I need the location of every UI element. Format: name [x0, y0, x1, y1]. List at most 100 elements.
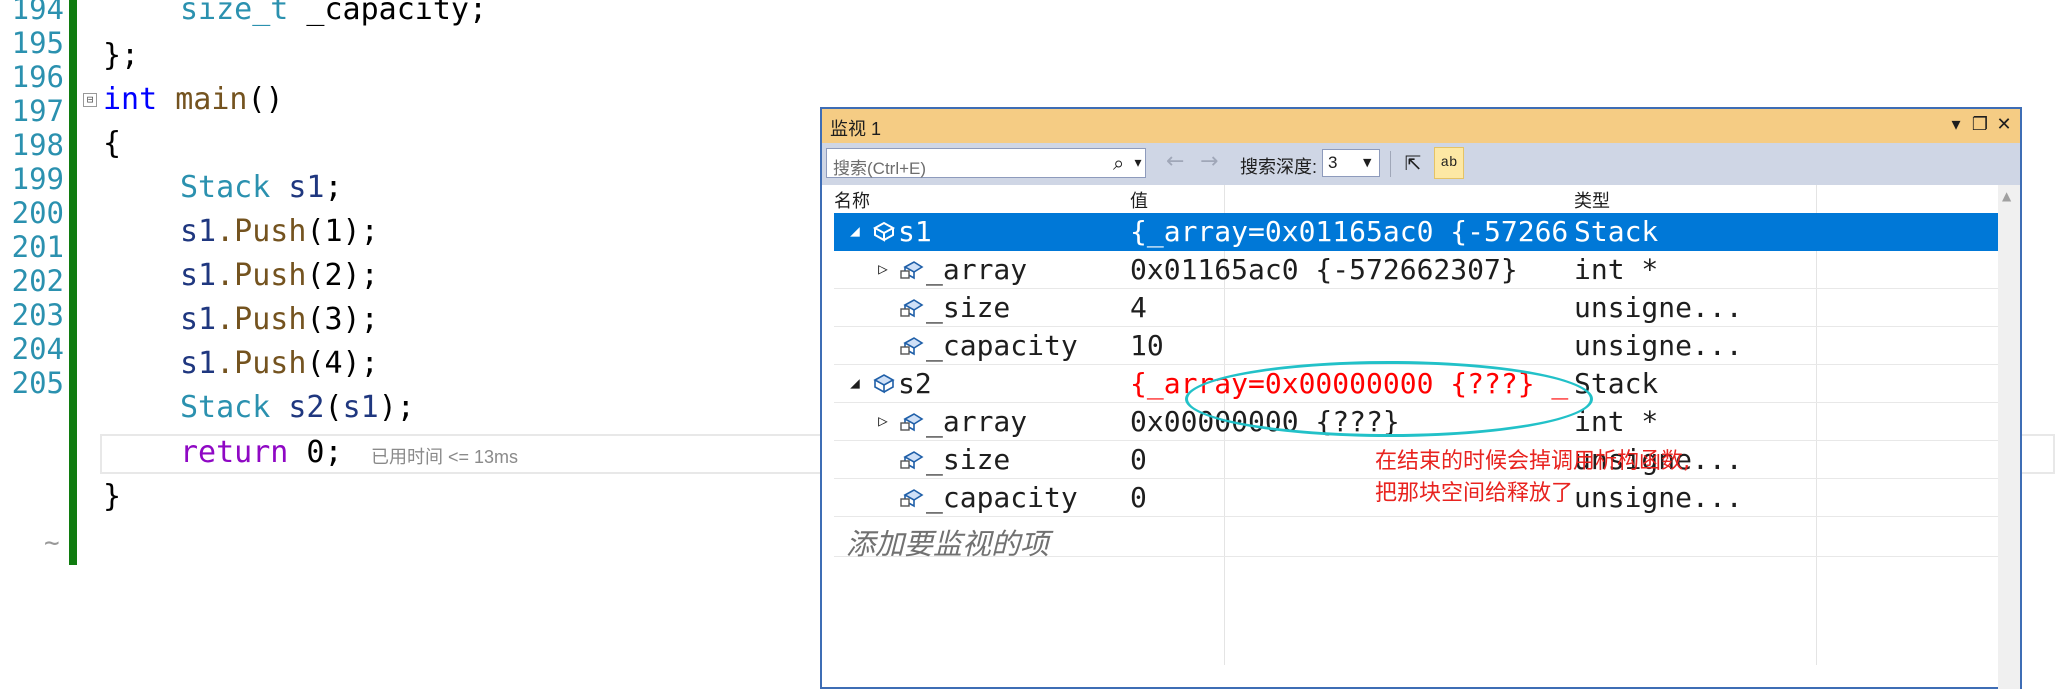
scroll-up-icon[interactable]: ▲ — [2002, 189, 2011, 203]
watch-title-bar[interactable]: 监视 1 ▾ ❐ ✕ — [822, 109, 2020, 143]
line-number: 195 — [11, 26, 64, 60]
collapse-toggle[interactable]: ⊟ — [83, 93, 97, 107]
annotation-ellipse — [1185, 361, 1593, 437]
column-header-name[interactable]: 名称 — [834, 187, 870, 213]
code-line-200[interactable]: s1.Push(2); — [180, 254, 379, 298]
code-line-195[interactable]: }; — [103, 34, 139, 78]
watch-row[interactable]: ▷ _array 0x01165ac0 {-572662307} int * — [834, 251, 2018, 289]
watch-row-name: _capacity — [926, 329, 1078, 362]
search-dropdown-icon[interactable]: ▾ — [1131, 151, 1145, 175]
close-icon[interactable]: ✕ — [1992, 112, 2016, 138]
code-line-204[interactable]: return 0; — [180, 431, 343, 475]
code-token: { — [103, 126, 122, 161]
code-token: 0; — [288, 435, 343, 470]
watch-row-type: unsigne... — [1574, 291, 1743, 324]
column-header-type[interactable]: 类型 — [1574, 187, 1610, 213]
private-field-icon — [900, 337, 924, 356]
watch-row[interactable]: ◢ s1 {_array=0x01165ac0 {-5726623... Sta… — [834, 213, 2018, 251]
chevron-down-icon: ▼ — [1363, 156, 1372, 169]
code-line-197[interactable]: { — [103, 122, 121, 166]
search-placeholder: 搜索(Ctrl+E) — [833, 159, 927, 178]
annotation-line: 把那块空间给释放了 — [1375, 481, 1574, 506]
code-token: _capacity; — [288, 0, 488, 27]
code-token: Stack — [180, 390, 271, 425]
code-token: }; — [103, 38, 140, 73]
add-watch-row[interactable]: 添加要监视的项 — [834, 519, 2018, 561]
code-token: int — [103, 82, 158, 117]
code-token: s1 — [180, 346, 217, 381]
code-token: .Push — [216, 302, 307, 337]
code-token: s1 — [270, 170, 325, 205]
watch-row-value[interactable]: 4 — [1130, 291, 1570, 324]
search-input[interactable]: 搜索(Ctrl+E) ⌕ ▾ — [826, 148, 1146, 178]
column-header-value[interactable]: 值 — [1130, 187, 1148, 213]
line-number: 205 — [11, 366, 64, 400]
code-token: s1 — [180, 214, 217, 249]
maximize-icon[interactable]: ❐ — [1968, 112, 1992, 138]
watch-row[interactable]: _capacity 10 unsigne... — [834, 327, 2018, 365]
code-line-198[interactable]: Stack s1; — [180, 166, 343, 210]
code-token: main — [157, 82, 248, 117]
code-line-196[interactable]: int main() — [103, 78, 284, 122]
watch-row-name: s1 — [898, 215, 932, 248]
watch-row-type: int * — [1574, 405, 1659, 438]
line-number: 200 — [11, 196, 64, 230]
search-next-icon[interactable]: → — [1200, 149, 1218, 174]
line-number: 204 — [11, 332, 64, 366]
search-depth-value: 3 — [1328, 153, 1338, 172]
private-field-icon — [900, 451, 924, 470]
watch-row[interactable]: _size 4 unsigne... — [834, 289, 2018, 327]
code-token: () — [247, 82, 284, 117]
expand-arrow-icon[interactable]: ▷ — [876, 411, 890, 430]
watch-row-name: _size — [926, 443, 1011, 476]
watch-row-value[interactable]: 0x01165ac0 {-572662307} — [1130, 253, 1570, 286]
object-icon — [873, 374, 895, 394]
code-line-202[interactable]: s1.Push(4); — [180, 342, 379, 386]
expand-arrow-icon[interactable]: ▷ — [876, 259, 890, 278]
watch-grid-header: 名称 值 类型 — [834, 185, 2018, 211]
code-token: s1 — [342, 390, 379, 425]
line-number: 201 — [11, 230, 64, 264]
line-number: 194 — [11, 0, 64, 26]
watch-toolbar: 搜索(Ctrl+E) ⌕ ▾ ← → 搜索深度: 3 ▼ ⇱ ab — [822, 143, 2020, 185]
collapse-arrow-icon[interactable]: ◢ — [848, 221, 862, 240]
search-icon[interactable]: ⌕ — [1113, 151, 1124, 175]
watch-row-name: _capacity — [926, 481, 1078, 514]
watch-row-name: _array — [926, 405, 1028, 438]
code-token: (3); — [306, 302, 379, 337]
code-token: s1 — [180, 302, 217, 337]
change-tracking-bar — [69, 0, 77, 565]
line-number: 199 — [11, 162, 64, 196]
toolbar-separator — [1390, 151, 1391, 177]
code-line-201[interactable]: s1.Push(3); — [180, 298, 379, 342]
line-number: 203 — [11, 298, 64, 332]
search-previous-icon[interactable]: ← — [1166, 149, 1184, 174]
watch-row-name: _size — [926, 291, 1011, 324]
end-of-file-marker: ~ — [44, 528, 60, 558]
collapse-arrow-icon[interactable]: ◢ — [848, 373, 862, 392]
code-token: ); — [378, 390, 415, 425]
code-line-199[interactable]: s1.Push(1); — [180, 210, 379, 254]
code-token: } — [103, 479, 122, 514]
code-token: (2); — [306, 258, 379, 293]
vertical-scrollbar[interactable]: ▲ — [1998, 185, 2020, 689]
watch-row-value[interactable]: 10 — [1130, 329, 1570, 362]
watch-row-value[interactable]: {_array=0x01165ac0 {-5726623... — [1130, 215, 1570, 248]
search-depth-select[interactable]: 3 ▼ — [1322, 149, 1380, 177]
watch-row-name: s2 — [898, 367, 932, 400]
hex-display-icon[interactable]: ab — [1434, 147, 1464, 179]
code-token: return — [180, 435, 289, 470]
private-field-icon — [900, 299, 924, 318]
search-depth-label: 搜索深度: — [1240, 157, 1318, 177]
pin-icon[interactable]: ⇱ — [1400, 147, 1426, 179]
code-line-194[interactable]: size_t _capacity; — [180, 0, 487, 32]
code-token: .Push — [216, 214, 307, 249]
code-line-205[interactable]: } — [103, 475, 121, 519]
annotation-line: 在结束的时候会掉调用析构函数, — [1375, 449, 1690, 474]
window-menu-icon[interactable]: ▾ — [1944, 112, 1968, 138]
watch-row-name: _array — [926, 253, 1028, 286]
code-token: (1); — [306, 214, 379, 249]
line-number: 198 — [11, 128, 64, 162]
code-line-203[interactable]: Stack s2(s1); — [180, 386, 415, 430]
perf-tip[interactable]: 已用时间 <= 13ms — [371, 443, 518, 469]
